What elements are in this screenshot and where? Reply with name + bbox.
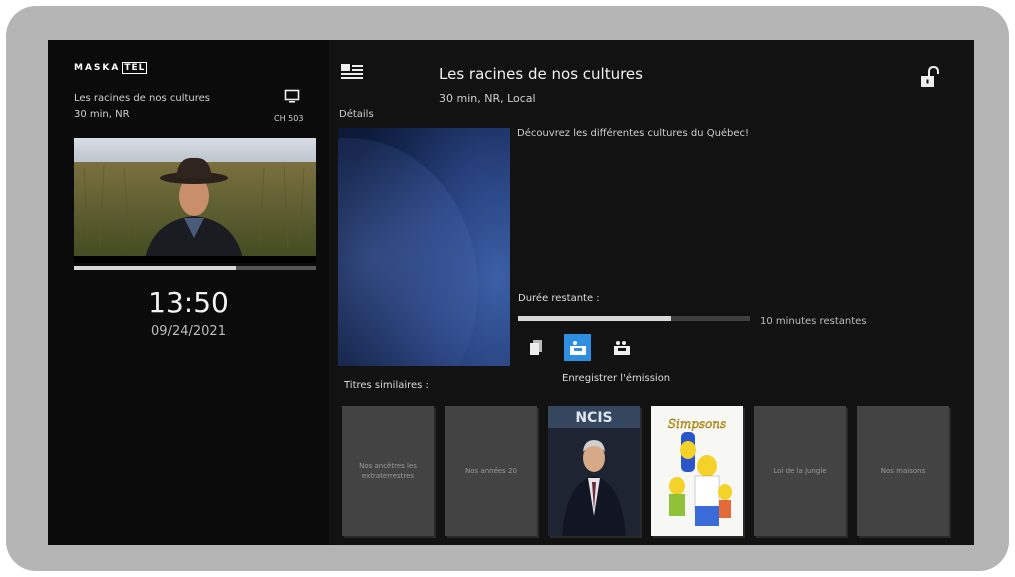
remaining-text: 10 minutes restantes — [760, 316, 867, 327]
playback-progress-fill — [74, 266, 237, 270]
record-button[interactable] — [564, 334, 591, 361]
details-label[interactable]: Détails — [339, 109, 374, 120]
similar-titles-label: Titres similaires : — [344, 380, 429, 391]
channel-number: CH 503 — [274, 114, 304, 123]
clock-time: 13:50 — [148, 286, 229, 319]
remaining-label: Durée restante : — [518, 293, 600, 304]
record-series-button[interactable] — [608, 334, 635, 361]
copy-icon — [529, 339, 542, 355]
similar-tile-title: Nos maisons — [880, 467, 926, 475]
program-title: Les racines de nos cultures — [439, 65, 643, 83]
similar-tile[interactable]: Nos maisons — [857, 406, 949, 536]
playback-progress — [74, 266, 316, 270]
now-playing-meta: 30 min, NR — [74, 109, 130, 120]
tv-icon[interactable] — [284, 88, 300, 108]
remaining-progress — [518, 316, 750, 321]
details-icon[interactable] — [341, 64, 363, 84]
program-meta: 30 min, NR, Local — [439, 92, 536, 105]
similar-tile-simpsons[interactable]: Simpsons — [651, 406, 743, 536]
remaining-progress-fill — [518, 316, 672, 321]
record-label: Enregistrer l'émission — [562, 373, 671, 384]
now-playing-panel: MASKA TEL Les racines de nos cultures 30… — [48, 40, 329, 545]
unlock-icon[interactable] — [920, 65, 940, 92]
logo-main-text: MASKA — [74, 63, 121, 73]
clock-date: 09/24/2021 — [151, 324, 226, 339]
record-series-icon — [613, 340, 630, 355]
live-preview[interactable] — [74, 138, 316, 263]
copy-button[interactable] — [522, 334, 549, 361]
now-playing-title: Les racines de nos cultures — [74, 93, 210, 104]
tv-screen: MASKA TEL Les racines de nos cultures 30… — [48, 40, 974, 545]
brand-logo: MASKA TEL — [74, 62, 148, 74]
program-description: Découvrez les différentes cultures du Qu… — [517, 128, 750, 139]
similar-tile[interactable]: Nos ancêtres les extraterrestres — [342, 406, 434, 536]
similar-tile[interactable]: Nos années 20 — [445, 406, 537, 536]
simpsons-logo-text: Simpsons — [668, 417, 726, 431]
similar-tile-title: Loi de la jungle — [773, 467, 827, 475]
similar-tile[interactable]: Loi de la jungle — [754, 406, 846, 536]
similar-tile-ncis[interactable]: NCIS — [548, 406, 640, 536]
record-icon — [569, 340, 586, 355]
ncis-logo-text: NCIS — [575, 410, 612, 426]
logo-box-text: TEL — [122, 62, 148, 74]
similar-tile-title: Nos années 20 — [465, 467, 517, 475]
similar-tile-title: Nos ancêtres les extraterrestres — [359, 462, 417, 480]
program-poster — [338, 128, 510, 366]
